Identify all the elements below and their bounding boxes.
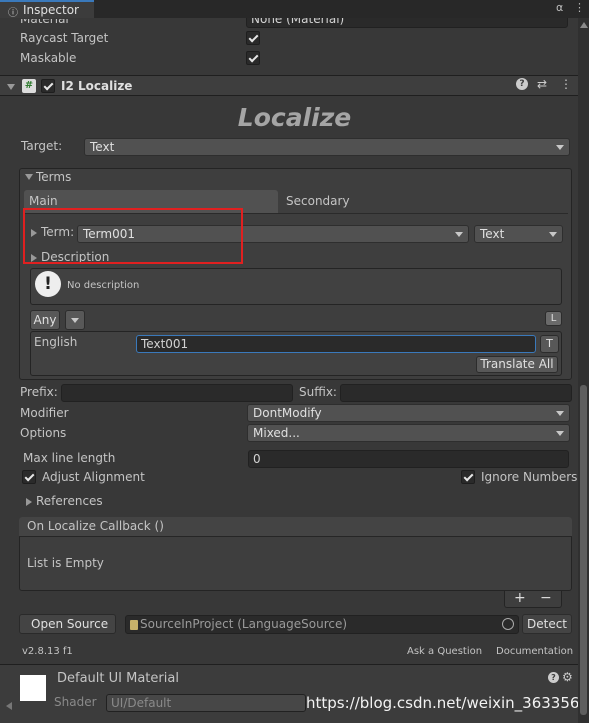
any-button[interactable]: Any xyxy=(30,310,60,330)
chevron-down-icon xyxy=(71,318,79,323)
source-field[interactable]: SourceInProject (LanguageSource) xyxy=(125,615,519,634)
raycast-target-checkbox[interactable] xyxy=(246,31,260,45)
chevron-down-icon xyxy=(556,411,564,416)
references-foldout-icon[interactable] xyxy=(26,498,32,506)
modifier-label: Modifier xyxy=(20,406,69,420)
material-preview xyxy=(20,675,46,701)
component-menu-icon[interactable]: ⋮ xyxy=(560,77,572,91)
remove-icon[interactable]: − xyxy=(540,590,552,606)
add-icon[interactable]: + xyxy=(514,590,526,606)
ask-question-link[interactable]: Ask a Question xyxy=(407,646,482,657)
watermark-text: https://blog.csdn.net/weixin_36335685 xyxy=(306,694,589,712)
tab-secondary[interactable]: Secondary xyxy=(280,190,568,213)
scrollbar-thumb[interactable] xyxy=(580,385,587,715)
t-button[interactable]: T xyxy=(540,335,559,353)
chevron-down-icon xyxy=(556,145,564,150)
maskable-label: Maskable xyxy=(20,51,77,65)
prefix-input[interactable] xyxy=(61,384,293,402)
maskable-checkbox[interactable] xyxy=(246,51,260,65)
material-help-icon[interactable]: ? xyxy=(548,672,559,683)
component-header[interactable]: # I2 Localize ? ⇄ ⋮ xyxy=(0,75,578,96)
scroll-left-arrow-icon[interactable] xyxy=(6,702,12,710)
max-line-length-input[interactable]: 0 xyxy=(248,450,569,468)
target-dropdown[interactable]: Text xyxy=(84,138,570,156)
object-picker-icon[interactable] xyxy=(502,618,514,630)
material-name: Default UI Material xyxy=(57,671,179,686)
documentation-link[interactable]: Documentation xyxy=(496,646,573,657)
component-name: I2 Localize xyxy=(61,79,133,93)
no-description-text: No description xyxy=(67,280,140,291)
options-label: Options xyxy=(20,426,67,440)
list-footer xyxy=(504,591,562,608)
presets-icon[interactable]: ⇄ xyxy=(537,77,547,91)
ignore-numbers-label: Ignore Numbers xyxy=(481,470,578,484)
l-button[interactable]: L xyxy=(545,311,562,326)
component-enabled-checkbox[interactable] xyxy=(41,79,55,93)
highlight-box xyxy=(23,208,243,264)
source-asset-icon xyxy=(130,620,138,630)
script-icon: # xyxy=(22,79,36,93)
material-settings-icon[interactable]: ⚙ xyxy=(562,670,573,684)
language-name: English xyxy=(34,335,78,349)
modifier-dropdown[interactable]: DontModify xyxy=(247,404,570,422)
info-icon: ⓘ xyxy=(8,8,18,19)
adjust-alignment-label: Adjust Alignment xyxy=(42,470,145,484)
foldout-arrow-icon[interactable] xyxy=(7,84,15,90)
suffix-input[interactable] xyxy=(340,384,572,402)
menu-icon[interactable]: ⋮ xyxy=(574,1,585,14)
terms-label: Terms xyxy=(36,170,72,184)
tab-inspector[interactable]: ⓘ Inspector xyxy=(0,0,94,19)
suffix-label: Suffix: xyxy=(299,385,337,399)
target-label: Target: xyxy=(21,139,63,153)
max-line-length-label: Max line length xyxy=(23,451,116,465)
help-icon[interactable]: ? xyxy=(516,78,528,90)
chevron-down-icon xyxy=(455,232,463,237)
callback-title: On Localize Callback () xyxy=(27,519,164,533)
list-empty-text: List is Empty xyxy=(27,556,104,570)
translate-all-button[interactable]: Translate All xyxy=(476,356,558,373)
term-type-dropdown[interactable]: Text xyxy=(474,225,563,243)
lock-icon[interactable]: ⍺ xyxy=(556,1,563,14)
ignore-numbers-checkbox[interactable] xyxy=(461,470,475,484)
options-dropdown[interactable]: Mixed... xyxy=(247,424,570,442)
terms-foldout-icon[interactable] xyxy=(25,174,33,180)
shader-label: Shader xyxy=(54,695,97,709)
open-source-button[interactable]: Open Source xyxy=(19,614,116,634)
chevron-down-icon xyxy=(556,431,564,436)
warning-icon: ! xyxy=(35,271,61,297)
localize-title: Localize xyxy=(237,103,352,132)
raycast-target-label: Raycast Target xyxy=(20,31,109,45)
prefix-label: Prefix: xyxy=(20,385,58,399)
shader-field[interactable]: UI/Default xyxy=(106,694,306,712)
chevron-down-icon xyxy=(549,232,557,237)
adjust-alignment-checkbox[interactable] xyxy=(22,470,36,484)
tab-title: Inspector xyxy=(23,3,79,17)
version-text: v2.8.13 f1 xyxy=(22,646,73,657)
detect-button[interactable]: Detect xyxy=(522,614,572,634)
any-dropdown-button[interactable] xyxy=(65,310,85,330)
scroll-up-arrow-icon[interactable] xyxy=(580,22,588,28)
references-label: References xyxy=(36,494,103,508)
translation-input[interactable]: Text001 xyxy=(136,335,536,353)
